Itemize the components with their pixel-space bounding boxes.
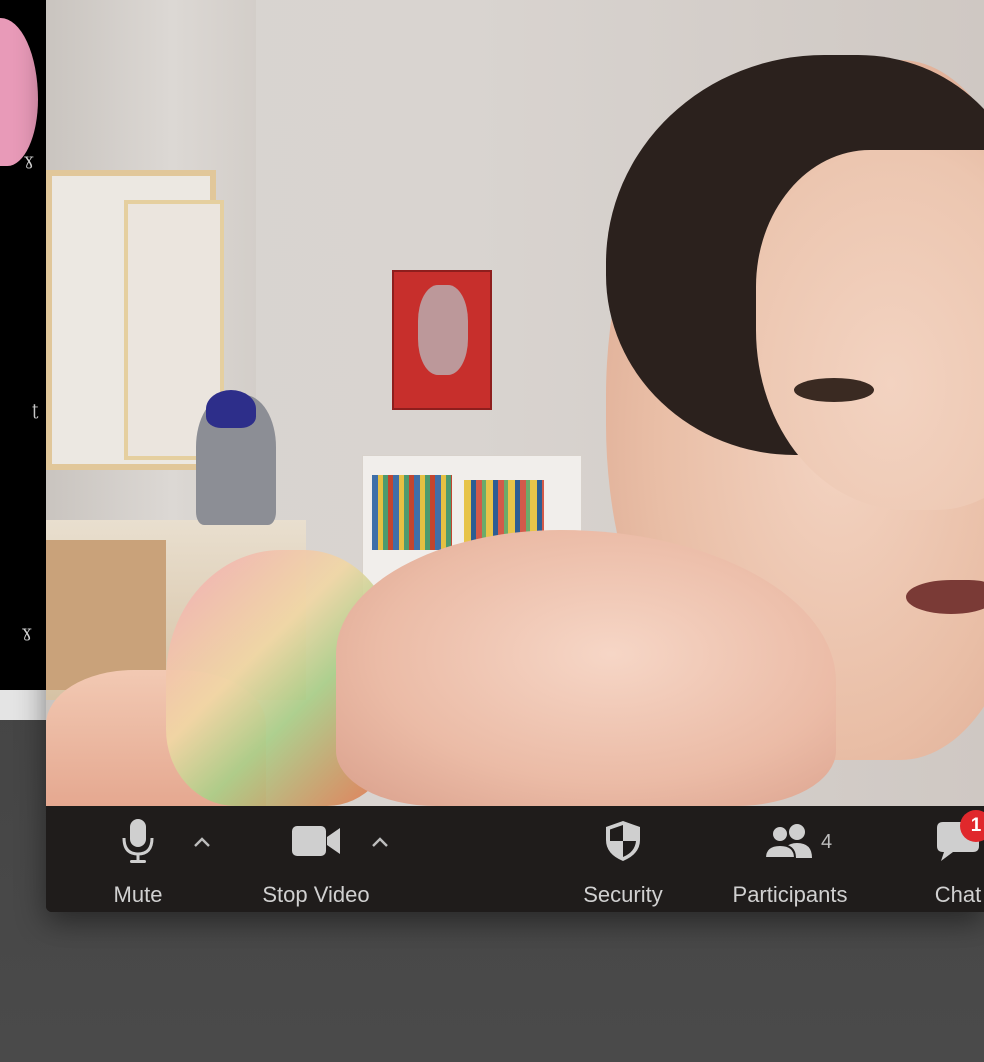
drawing-mark: ʈ: [32, 400, 39, 419]
blue-hat: [206, 390, 256, 428]
stop-video-button[interactable]: Stop Video: [246, 806, 386, 912]
shield-icon: [604, 818, 642, 864]
microphone-icon: [121, 818, 155, 864]
chevron-up-icon: [372, 837, 388, 847]
painting-figure: [418, 285, 468, 375]
video-camera-icon: [291, 818, 341, 864]
person-eye: [794, 378, 874, 402]
mute-button[interactable]: Mute: [98, 806, 178, 912]
shared-screen-bottom-bar: [0, 690, 46, 720]
shared-screen-window: ɣ ʈ ɣ: [0, 0, 46, 690]
video-options-caret[interactable]: [368, 830, 392, 854]
meeting-window: Mute Stop Video Security Participants 4 …: [46, 0, 984, 912]
people-icon: [764, 818, 816, 864]
participants-label: Participants: [732, 882, 848, 907]
stop-video-label: Stop Video: [262, 882, 370, 907]
wooden-cabinet: [46, 540, 166, 690]
participants-button[interactable]: Participants: [718, 806, 862, 912]
participants-count: 4: [821, 831, 833, 853]
pink-drawing: [0, 18, 38, 166]
chevron-up-icon: [194, 837, 210, 847]
drawing-mark: ɣ: [24, 150, 34, 169]
chat-unread-badge: 1: [960, 810, 984, 842]
security-button[interactable]: Security: [570, 806, 676, 912]
chat-label: Chat: [934, 882, 982, 907]
books: [372, 475, 452, 550]
security-label: Security: [583, 882, 663, 907]
participant-video[interactable]: [46, 0, 984, 806]
audio-options-caret[interactable]: [190, 830, 214, 854]
mute-label: Mute: [113, 882, 163, 907]
meeting-toolbar: Mute Stop Video Security Participants 4 …: [46, 806, 984, 912]
drawing-mark: ɣ: [22, 622, 32, 641]
